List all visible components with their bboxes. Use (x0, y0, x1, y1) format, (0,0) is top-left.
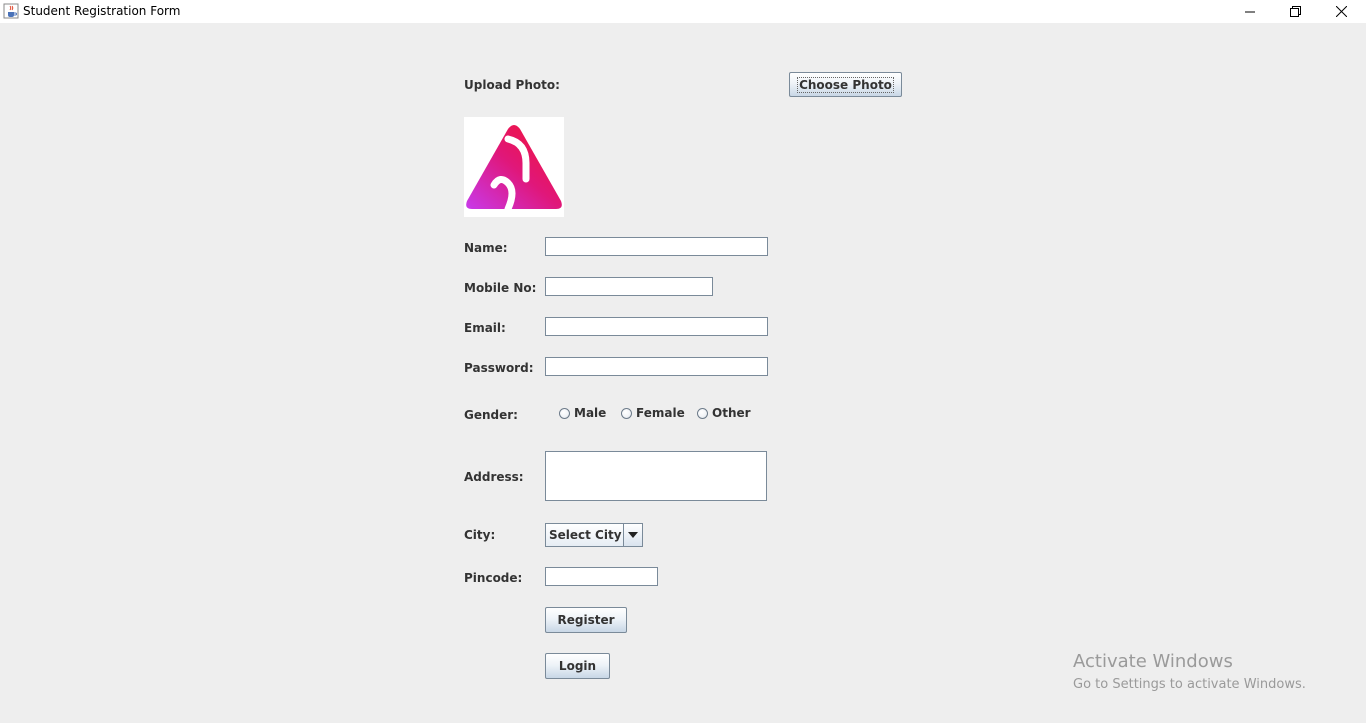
mobile-field[interactable] (545, 277, 713, 296)
radio-other-label: Other (712, 406, 751, 420)
window-title: Student Registration Form (23, 4, 181, 18)
gender-other-option[interactable]: Other (697, 406, 751, 420)
gender-label: Gender: (464, 408, 518, 422)
close-icon (1335, 6, 1347, 17)
upload-photo-label: Upload Photo: (464, 78, 560, 92)
window-titlebar: Student Registration Form (0, 0, 1366, 23)
name-label: Name: (464, 241, 508, 255)
address-field[interactable] (545, 451, 767, 501)
login-button-label: Login (558, 659, 597, 673)
radio-male[interactable] (559, 407, 570, 419)
radio-female-label: Female (636, 406, 685, 420)
city-label: City: (464, 528, 496, 542)
pincode-label: Pincode: (464, 571, 523, 585)
register-button-label: Register (557, 613, 615, 627)
minimize-icon (1245, 11, 1255, 12)
chevron-down-icon (628, 532, 638, 538)
password-label: Password: (464, 361, 534, 375)
restore-icon (1289, 6, 1301, 17)
gender-female-option[interactable]: Female (621, 406, 685, 420)
mobile-label: Mobile No: (464, 281, 537, 295)
close-button[interactable] (1318, 0, 1364, 23)
activate-windows-subtext: Go to Settings to activate Windows. (1073, 677, 1306, 692)
restore-button[interactable] (1272, 0, 1318, 23)
gender-male-option[interactable]: Male (559, 406, 606, 420)
choose-photo-button-label: Choose Photo (797, 76, 894, 93)
gradient-triangle-logo (466, 125, 562, 213)
activate-windows-heading: Activate Windows (1073, 651, 1233, 672)
email-field[interactable] (545, 317, 768, 336)
city-selected-value: Select City (549, 528, 622, 542)
name-field[interactable] (545, 237, 768, 256)
address-label: Address: (464, 470, 524, 484)
city-dropdown[interactable]: Select City (545, 523, 643, 547)
email-label: Email: (464, 321, 506, 335)
java-cup-icon (3, 3, 19, 19)
pincode-field[interactable] (545, 567, 658, 586)
minimize-button[interactable] (1227, 0, 1273, 23)
radio-female[interactable] (621, 407, 632, 419)
login-button[interactable]: Login (545, 653, 610, 679)
photo-preview (464, 117, 564, 217)
dropdown-arrow-button[interactable] (623, 524, 642, 546)
password-field[interactable] (545, 357, 768, 376)
radio-male-label: Male (574, 406, 607, 420)
choose-photo-button[interactable]: Choose Photo (789, 72, 902, 97)
radio-other[interactable] (697, 407, 708, 419)
register-button[interactable]: Register (545, 607, 627, 633)
